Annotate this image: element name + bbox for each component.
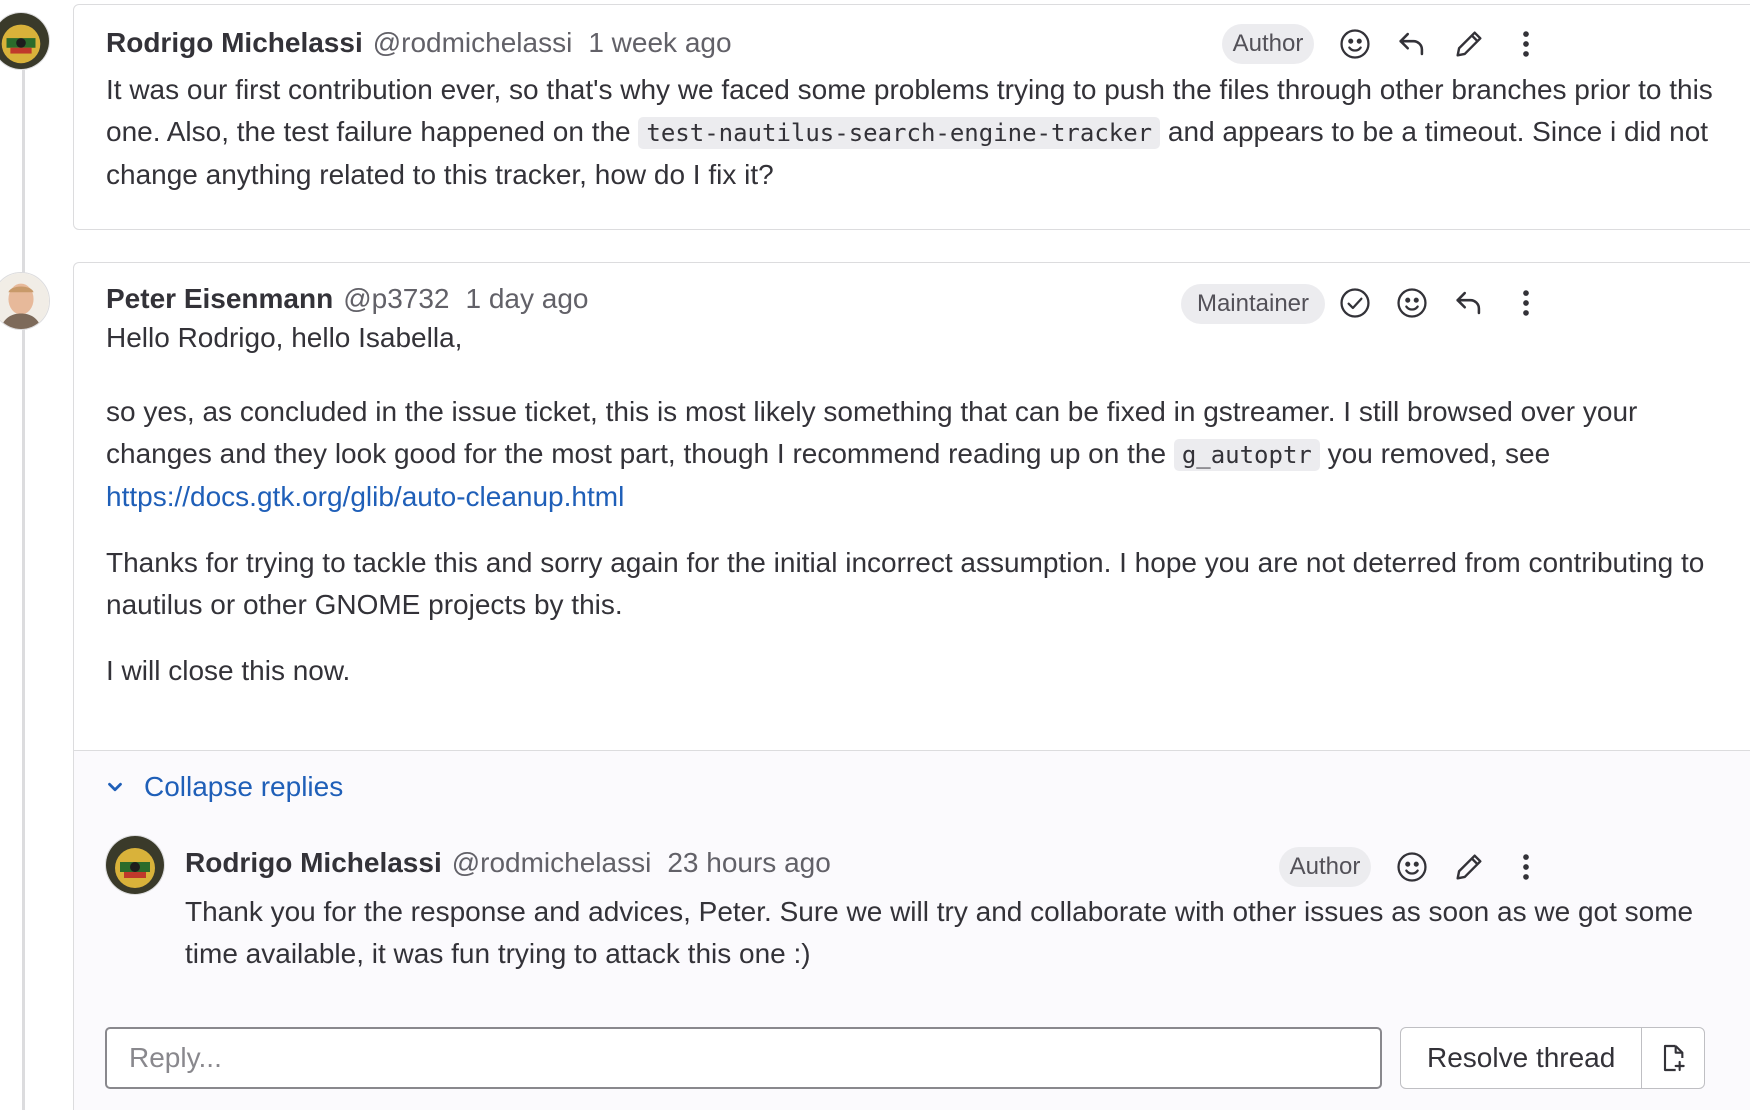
author-name[interactable]: Peter Eisenmann	[106, 283, 333, 315]
note-paragraph: so yes, as concluded in the issue ticket…	[106, 391, 1742, 518]
chevron-down-icon	[108, 782, 122, 792]
note-timestamp[interactable]: 1 week ago	[588, 27, 731, 59]
note-text: you removed, see	[1319, 438, 1551, 469]
reply-icon[interactable]	[1392, 24, 1432, 64]
note-paragraph: I will close this now.	[106, 655, 351, 686]
avatar-image	[106, 836, 164, 894]
pencil-icon[interactable]	[1449, 847, 1489, 887]
inline-code: g_autoptr	[1173, 439, 1320, 471]
timeline-line	[22, 70, 25, 1110]
role-badge: Author	[1222, 24, 1314, 64]
reply-input[interactable]	[105, 1027, 1382, 1089]
reply-body: Thank you for the response and advices, …	[185, 896, 1694, 969]
smiley-icon[interactable]	[1335, 24, 1375, 64]
role-badge: Author	[1279, 847, 1371, 887]
note-body: It was our first contribution ever, so t…	[106, 69, 1742, 196]
author-handle[interactable]: @rodmichelassi	[373, 27, 573, 59]
reply-timestamp[interactable]: 23 hours ago	[667, 847, 830, 879]
note-paragraph: Hello Rodrigo, hello Isabella,	[106, 322, 463, 353]
avatar-rodrigo[interactable]	[0, 12, 50, 70]
collapse-replies-label[interactable]: Collapse replies	[144, 771, 343, 803]
avatar-peter[interactable]	[0, 272, 50, 330]
author-name[interactable]: Rodrigo Michelassi	[185, 847, 442, 879]
author-handle[interactable]: @rodmichelassi	[452, 847, 652, 879]
create-issue-icon	[1664, 1044, 1686, 1072]
note-card: Rodrigo Michelassi @rodmichelassi 1 week…	[73, 4, 1750, 230]
reply-header: Rodrigo Michelassi @rodmichelassi 23 hou…	[185, 847, 831, 879]
resolve-thread-button[interactable]: Resolve thread	[1401, 1028, 1643, 1088]
create-issue-button[interactable]	[1642, 1028, 1704, 1088]
author-handle[interactable]: @p3732	[343, 283, 449, 315]
note-body: Hello Rodrigo, hello Isabella, so yes, a…	[106, 317, 1742, 692]
smiley-icon[interactable]	[1392, 847, 1432, 887]
more-vertical-icon[interactable]	[1506, 24, 1546, 64]
note-paragraph: Thanks for trying to tackle this and sor…	[106, 547, 1705, 620]
note-header: Rodrigo Michelassi @rodmichelassi 1 week…	[106, 27, 732, 59]
note-card: Peter Eisenmann @p3732 1 day ago Maintai…	[73, 262, 1750, 1110]
avatar-image	[0, 13, 49, 69]
avatar-rodrigo[interactable]	[105, 835, 165, 895]
collapse-replies-toggle[interactable]: Collapse replies	[104, 771, 343, 803]
avatar-image	[0, 273, 49, 329]
inline-code: test-nautilus-search-engine-tracker	[638, 117, 1161, 149]
note-header: Peter Eisenmann @p3732 1 day ago	[106, 283, 589, 315]
note-timestamp[interactable]: 1 day ago	[466, 283, 589, 315]
author-name[interactable]: Rodrigo Michelassi	[106, 27, 363, 59]
resolve-button-group: Resolve thread	[1400, 1027, 1706, 1089]
docs-link[interactable]: https://docs.gtk.org/glib/auto-cleanup.h…	[106, 481, 624, 512]
pencil-icon[interactable]	[1449, 24, 1489, 64]
replies-section: Collapse replies Rodrigo Michelassi @rod…	[74, 750, 1750, 1110]
more-vertical-icon[interactable]	[1506, 847, 1546, 887]
